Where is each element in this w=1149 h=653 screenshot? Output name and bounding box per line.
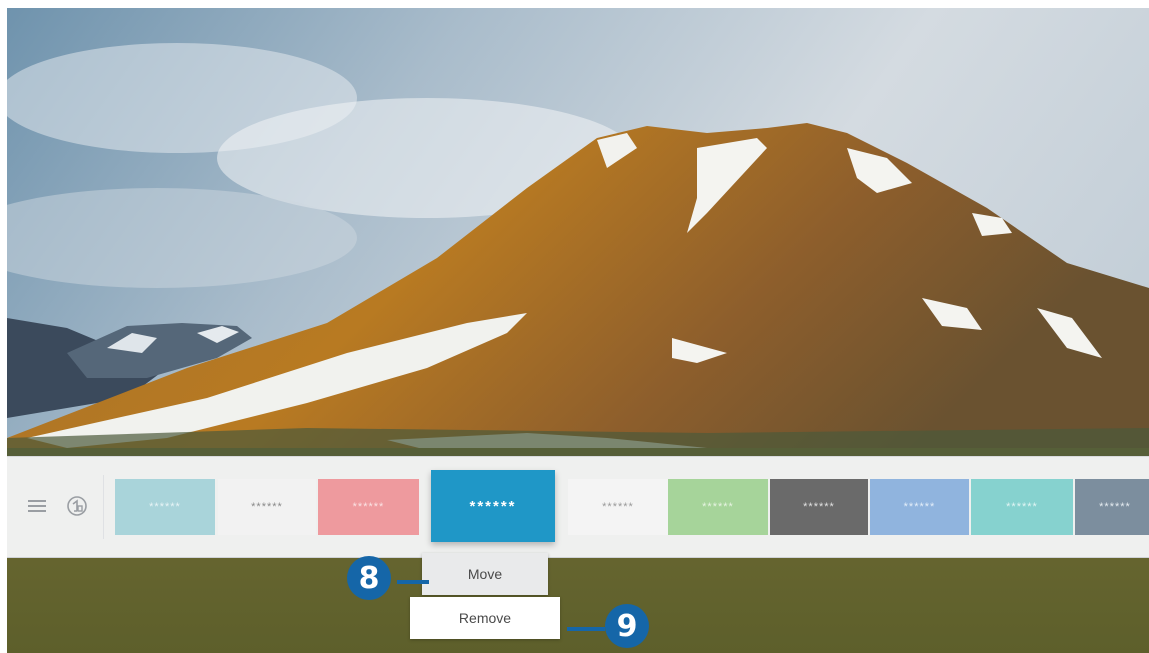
app-tile[interactable]: ****** [870,479,969,535]
app-tile[interactable]: ****** [115,479,215,535]
callout-badge-move: 8 [347,556,391,600]
remove-button[interactable]: Remove [410,597,560,639]
move-button[interactable]: Move [422,553,548,595]
launcher-divider [103,475,104,539]
app-tile[interactable]: ****** [1075,479,1149,535]
app-tile[interactable]: ****** [668,479,768,535]
app-tile[interactable]: ****** [568,479,668,535]
tv-screen: ****** ****** ****** ****** ****** ****** ****… [7,8,1149,653]
app-tile-focused[interactable]: ****** [431,470,555,542]
smart-hub-launcher-bar: ****** ****** ****** ****** ****** ****** ****… [7,456,1149,558]
app-tile[interactable]: ****** [318,479,419,535]
source-input-icon[interactable] [66,495,88,517]
callout-line-remove [567,627,605,631]
app-tile[interactable]: ****** [971,479,1073,535]
app-tile[interactable]: ****** [770,479,868,535]
app-tile[interactable]: ****** [218,479,316,535]
callout-badge-remove: 9 [605,604,649,648]
hamburger-menu-icon[interactable] [26,495,48,517]
callout-line-move [397,580,429,584]
